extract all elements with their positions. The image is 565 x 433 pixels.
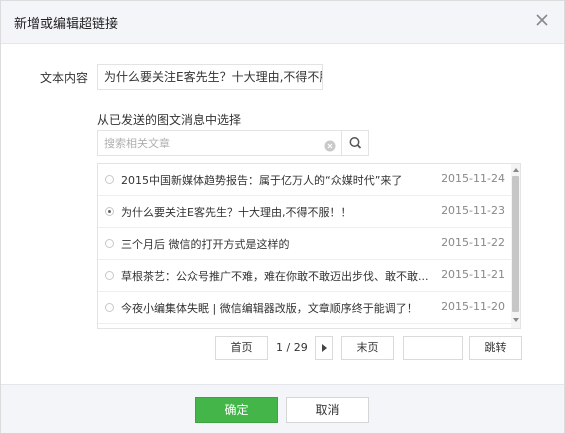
cancel-button[interactable]: 取消 — [286, 397, 369, 423]
article-date: 2015-11-21 — [441, 268, 505, 281]
dialog-footer: 确定 取消 — [1, 384, 564, 433]
list-scrollbar[interactable] — [511, 164, 520, 328]
hyperlink-dialog: 新增或编辑超链接 文本内容 为什么要关注E客先生？十大理由,不得不服！ 从已发送… — [0, 0, 565, 433]
radio-button[interactable] — [105, 271, 114, 280]
scroll-down-icon[interactable] — [513, 318, 519, 322]
article-date: 2015-11-24 — [441, 172, 505, 185]
list-item[interactable]: 2015中国新媒体趋势报告：属于亿万人的“众媒时代”来了 2015-11-24 — [98, 164, 511, 196]
article-title: 今夜小编集体失眠 | 微信编辑器改版，文章顺序终于能调了！ — [121, 302, 418, 315]
next-page-button[interactable] — [315, 336, 333, 360]
list-item[interactable]: 三个月后 微信的打开方式是这样的 2015-11-22 — [98, 228, 511, 260]
radio-button[interactable] — [105, 207, 114, 216]
page-number-input[interactable] — [403, 336, 463, 360]
select-hint-label: 从已发送的图文消息中选择 — [97, 113, 242, 127]
jump-button[interactable]: 跳转 — [469, 336, 522, 360]
search-input[interactable] — [98, 131, 332, 155]
article-date: 2015-11-23 — [441, 204, 505, 217]
close-icon[interactable] — [534, 12, 550, 28]
article-title: 2015中国新媒体趋势报告：属于亿万人的“众媒时代”来了 — [121, 174, 403, 187]
article-title: 为什么要关注E客先生？十大理由,不得不服！！ — [121, 206, 352, 219]
search-button[interactable] — [341, 131, 369, 155]
dialog-title: 新增或编辑超链接 — [14, 17, 119, 32]
radio-button[interactable] — [105, 303, 114, 312]
scroll-up-icon[interactable] — [513, 168, 519, 172]
article-title: 三个月后 微信的打开方式是这样的 — [121, 238, 290, 251]
list-item[interactable]: 草根茶艺：公众号推广不难，难在你敢不敢迈出步伐、敢不敢... 2015-11-2… — [98, 260, 511, 292]
text-content-field[interactable]: 为什么要关注E客先生？十大理由,不得不服！ — [97, 64, 323, 90]
page-info: 1 / 29 — [276, 341, 308, 354]
radio-button[interactable] — [105, 239, 114, 248]
list-item[interactable]: 今夜小编集体失眠 | 微信编辑器改版，文章顺序终于能调了！ 2015-11-20 — [98, 292, 511, 324]
text-content-label: 文本内容 — [40, 71, 89, 85]
last-page-button[interactable]: 末页 — [341, 336, 394, 360]
list-item[interactable]: 为什么要关注E客先生？十大理由,不得不服！！ 2015-11-23 — [98, 196, 511, 228]
article-date: 2015-11-22 — [441, 236, 505, 249]
radio-button[interactable] — [105, 175, 114, 184]
dialog-header: 新增或编辑超链接 — [1, 1, 564, 44]
clear-icon[interactable] — [324, 137, 336, 152]
search-box — [97, 130, 369, 156]
article-title: 草根茶艺：公众号推广不难，难在你敢不敢迈出步伐、敢不敢... — [121, 270, 429, 283]
article-list: 2015中国新媒体趋势报告：属于亿万人的“众媒时代”来了 2015-11-24 … — [97, 163, 521, 329]
first-page-button[interactable]: 首页 — [215, 336, 268, 360]
article-date: 2015-11-20 — [441, 300, 505, 313]
confirm-button[interactable]: 确定 — [195, 397, 278, 423]
search-icon — [349, 137, 362, 149]
scroll-thumb[interactable] — [512, 176, 519, 312]
